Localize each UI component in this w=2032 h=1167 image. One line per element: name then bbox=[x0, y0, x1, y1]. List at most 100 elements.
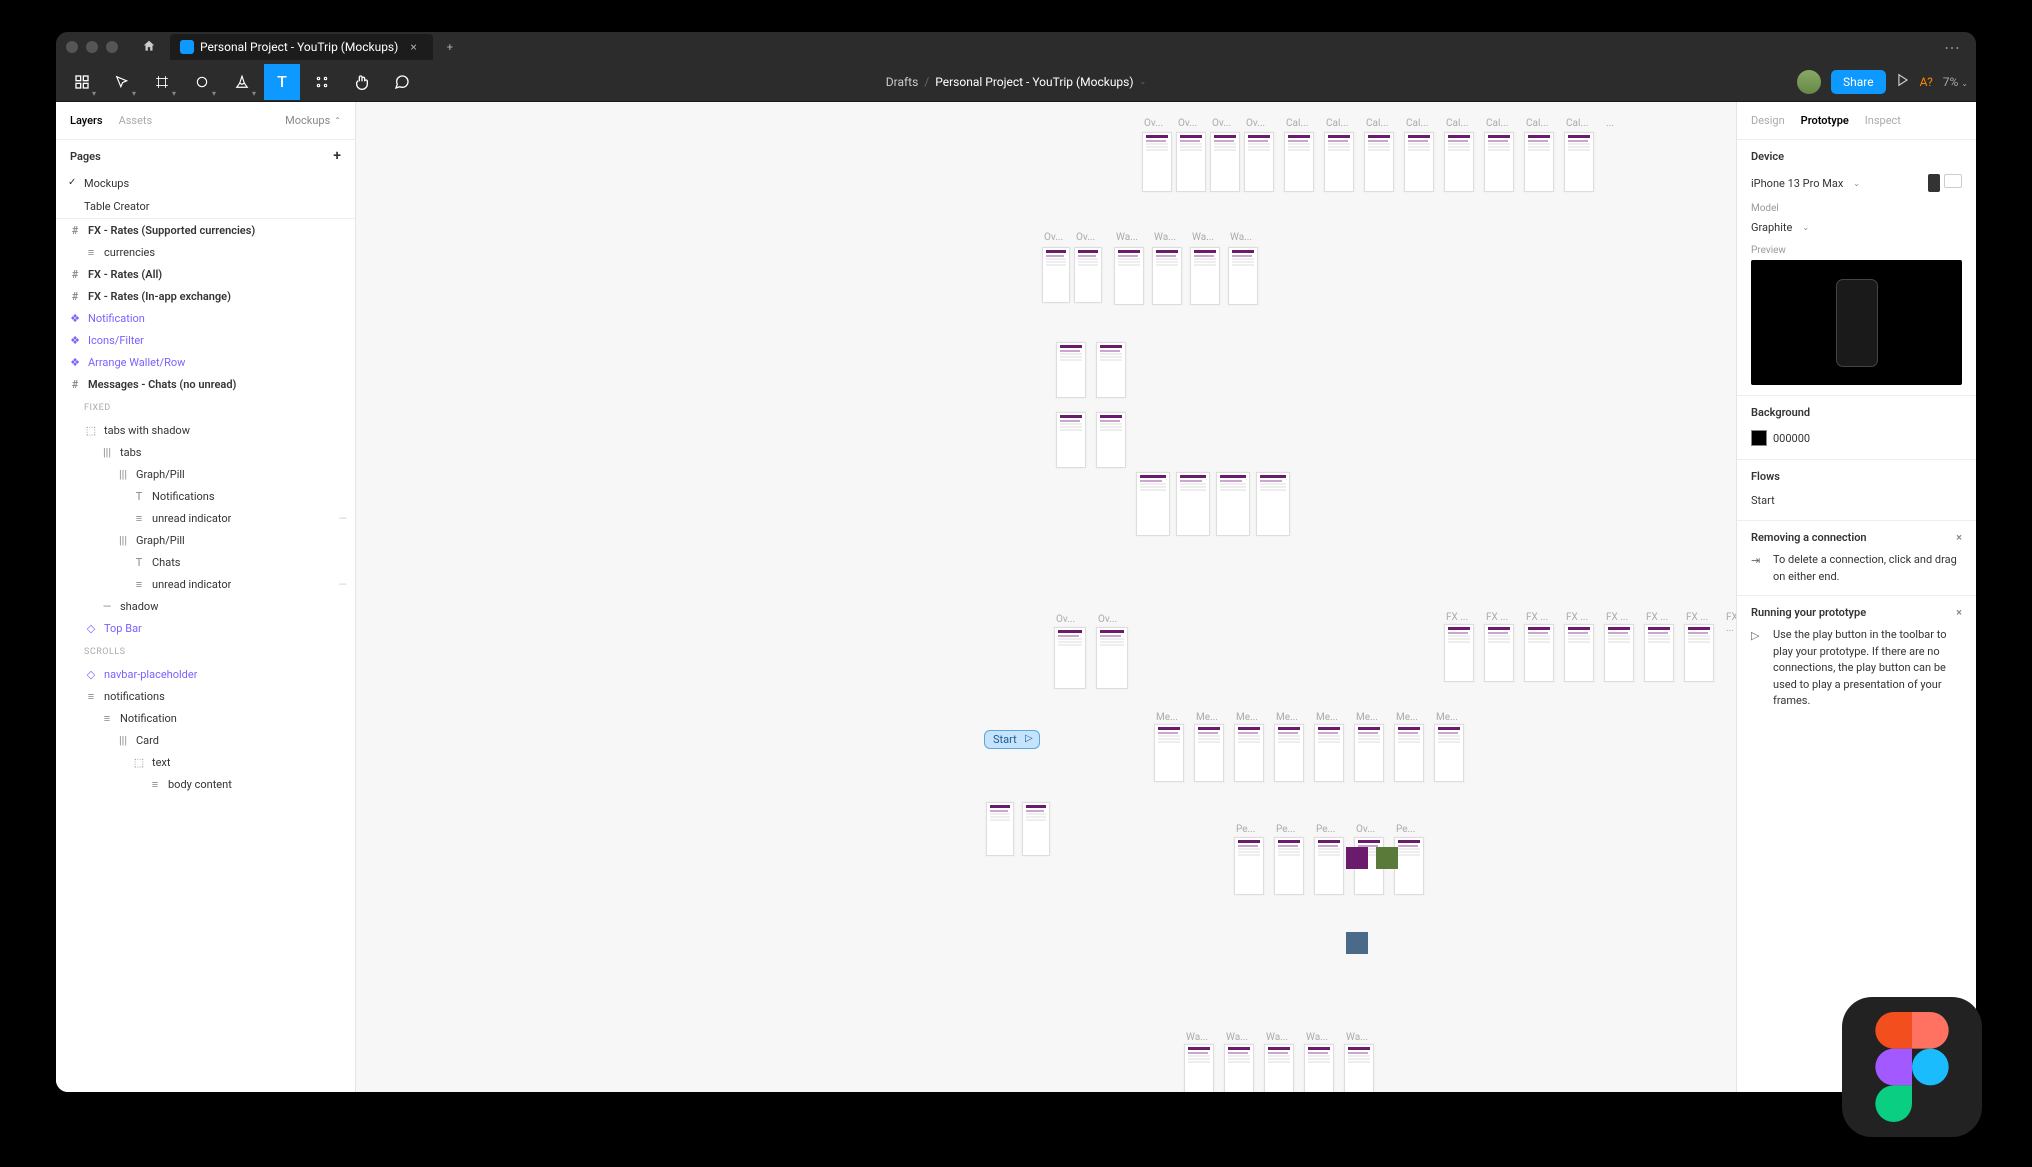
frame-label[interactable]: Ov... bbox=[1098, 614, 1117, 625]
maximize-dot[interactable] bbox=[106, 41, 118, 53]
frame-label[interactable]: Wa... bbox=[1154, 232, 1176, 243]
frame-label[interactable]: Ov... bbox=[1246, 118, 1265, 129]
frame-label[interactable]: Pe... bbox=[1396, 824, 1415, 835]
image-thumbnail[interactable] bbox=[1346, 847, 1368, 869]
layer-row[interactable]: |||Graph/Pill bbox=[56, 529, 355, 551]
canvas[interactable]: Start Ov...Ov...Ov...Ov...Cal...Cal...Ca… bbox=[356, 102, 1736, 1092]
frame-thumbnail[interactable] bbox=[1564, 624, 1594, 682]
image-thumbnail[interactable] bbox=[1376, 847, 1398, 869]
frame-label[interactable]: Me... bbox=[1436, 712, 1458, 723]
pen-tool[interactable] bbox=[224, 64, 260, 100]
frame-thumbnail[interactable] bbox=[1042, 247, 1070, 303]
frame-thumbnail[interactable] bbox=[1228, 247, 1258, 305]
close-icon[interactable]: × bbox=[1956, 606, 1962, 619]
landscape-button[interactable] bbox=[1944, 174, 1962, 188]
flow-item[interactable]: Start bbox=[1751, 491, 1962, 510]
present-icon[interactable] bbox=[1896, 73, 1910, 90]
layer-row[interactable]: TChats bbox=[56, 551, 355, 573]
frame-label[interactable]: FX ... bbox=[1446, 612, 1468, 623]
layer-row[interactable]: #FX - Rates (Supported currencies) bbox=[56, 219, 355, 241]
layer-row[interactable]: ≡notifications bbox=[56, 685, 355, 707]
frame-label[interactable]: Wa... bbox=[1186, 1032, 1208, 1043]
frame-thumbnail[interactable] bbox=[1096, 412, 1126, 468]
frame-thumbnail[interactable] bbox=[1394, 837, 1424, 895]
frame-thumbnail[interactable] bbox=[1394, 724, 1424, 782]
background-color[interactable]: 000000 bbox=[1751, 427, 1962, 449]
frame-thumbnail[interactable] bbox=[1524, 132, 1554, 192]
frame-label[interactable]: Me... bbox=[1276, 712, 1298, 723]
frame-label[interactable]: Me... bbox=[1356, 712, 1378, 723]
frame-thumbnail[interactable] bbox=[1256, 472, 1290, 536]
frame-thumbnail[interactable] bbox=[1152, 247, 1182, 305]
frame-thumbnail[interactable] bbox=[1274, 837, 1304, 895]
layer-row[interactable]: #Messages - Chats (no unread) bbox=[56, 373, 355, 395]
device-selector[interactable]: iPhone 13 Pro Max⌄ bbox=[1751, 171, 1962, 195]
frame-thumbnail[interactable] bbox=[1194, 724, 1224, 782]
frame-label[interactable]: FX ... bbox=[1566, 612, 1588, 623]
layer-row[interactable]: ≡Notification bbox=[56, 707, 355, 729]
frame-thumbnail[interactable] bbox=[1216, 472, 1250, 536]
frame-thumbnail[interactable] bbox=[1176, 132, 1206, 192]
share-button[interactable]: Share bbox=[1831, 70, 1886, 94]
frame-label[interactable]: Cal... bbox=[1326, 118, 1348, 129]
frame-thumbnail[interactable] bbox=[1114, 247, 1144, 305]
hand-tool[interactable] bbox=[344, 64, 380, 100]
frame-label[interactable]: Cal... bbox=[1406, 118, 1428, 129]
avatar[interactable] bbox=[1797, 70, 1821, 94]
frame-tool[interactable] bbox=[144, 64, 180, 100]
frame-label[interactable]: Wa... bbox=[1192, 232, 1214, 243]
frame-label[interactable]: Wa... bbox=[1230, 232, 1252, 243]
layer-row[interactable]: |||Graph/Pill bbox=[56, 463, 355, 485]
frame-thumbnail[interactable] bbox=[1274, 724, 1304, 782]
page-selector[interactable]: Mockups ⌃ bbox=[285, 114, 341, 127]
layer-row[interactable]: ≡unread indicator— bbox=[56, 507, 355, 529]
frame-thumbnail[interactable] bbox=[1074, 247, 1102, 303]
frame-thumbnail[interactable] bbox=[1184, 1044, 1214, 1092]
close-dot[interactable] bbox=[66, 41, 78, 53]
resources-tool[interactable] bbox=[304, 64, 340, 100]
frame-label[interactable]: Cal... bbox=[1286, 118, 1308, 129]
layer-row[interactable]: ≡currencies bbox=[56, 241, 355, 263]
frame-thumbnail[interactable] bbox=[1524, 624, 1554, 682]
frame-label[interactable]: Wa... bbox=[1226, 1032, 1248, 1043]
layer-row[interactable]: |||tabs bbox=[56, 441, 355, 463]
overflow-menu-icon[interactable]: ⋯ bbox=[1944, 38, 1962, 57]
add-page-button[interactable]: + bbox=[333, 148, 341, 164]
comment-tool[interactable] bbox=[384, 64, 420, 100]
frame-thumbnail[interactable] bbox=[1484, 624, 1514, 682]
frame-label[interactable]: Me... bbox=[1196, 712, 1218, 723]
frame-label[interactable]: Me... bbox=[1236, 712, 1258, 723]
layer-row[interactable]: ❖Icons/Filter bbox=[56, 329, 355, 351]
visibility-toggle[interactable]: — bbox=[338, 512, 347, 525]
frame-thumbnail[interactable] bbox=[1136, 472, 1170, 536]
frame-thumbnail[interactable] bbox=[1264, 1044, 1294, 1092]
home-icon[interactable] bbox=[136, 35, 162, 60]
page-item[interactable]: Table Creator bbox=[56, 195, 355, 218]
frame-label[interactable]: Cal... bbox=[1566, 118, 1588, 129]
frame-label[interactable]: FX ... bbox=[1726, 612, 1736, 634]
frame-thumbnail[interactable] bbox=[1304, 1044, 1334, 1092]
frame-thumbnail[interactable] bbox=[1364, 132, 1394, 192]
frame-label[interactable]: Ov... bbox=[1178, 118, 1197, 129]
frame-label[interactable]: FX ... bbox=[1486, 612, 1508, 623]
frame-thumbnail[interactable] bbox=[1684, 624, 1714, 682]
chevron-down-icon[interactable]: ⌄ bbox=[1140, 77, 1147, 86]
new-tab-button[interactable]: + bbox=[441, 37, 459, 58]
frame-thumbnail[interactable] bbox=[1314, 837, 1344, 895]
frame-thumbnail[interactable] bbox=[1096, 627, 1128, 689]
frame-thumbnail[interactable] bbox=[1054, 627, 1086, 689]
missing-fonts-badge[interactable]: A? bbox=[1920, 75, 1933, 89]
close-icon[interactable]: × bbox=[1956, 531, 1962, 544]
frame-thumbnail[interactable] bbox=[1324, 132, 1354, 192]
frame-label[interactable]: FX ... bbox=[1686, 612, 1708, 623]
layer-row[interactable]: ≡body content bbox=[56, 773, 355, 795]
frame-label[interactable]: FX ... bbox=[1526, 612, 1548, 623]
frame-label[interactable]: Wa... bbox=[1266, 1032, 1288, 1043]
tab-design[interactable]: Design bbox=[1751, 114, 1785, 127]
frame-label[interactable]: Cal... bbox=[1366, 118, 1388, 129]
menu-button[interactable] bbox=[64, 64, 100, 100]
tab-prototype[interactable]: Prototype bbox=[1801, 114, 1849, 127]
frame-label[interactable]: Me... bbox=[1156, 712, 1178, 723]
layer-row[interactable]: |||Card bbox=[56, 729, 355, 751]
frame-thumbnail[interactable] bbox=[1444, 132, 1474, 192]
